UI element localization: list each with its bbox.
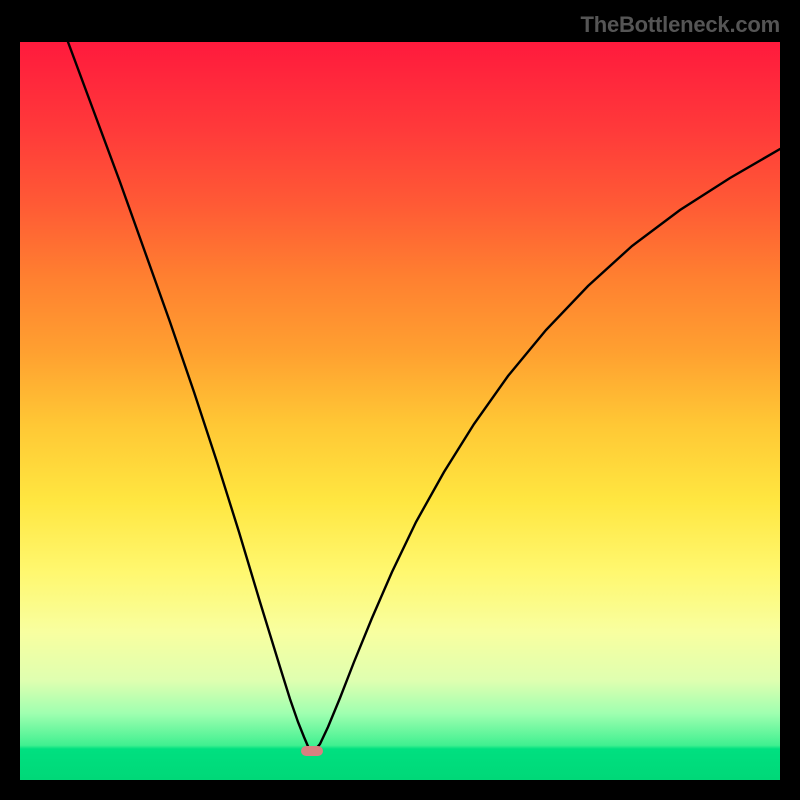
curve-layer (20, 42, 780, 780)
minimum-marker (301, 746, 323, 756)
plot-frame (20, 42, 780, 780)
attribution-text: TheBottleneck.com (580, 12, 780, 38)
bottleneck-curve (68, 42, 780, 751)
